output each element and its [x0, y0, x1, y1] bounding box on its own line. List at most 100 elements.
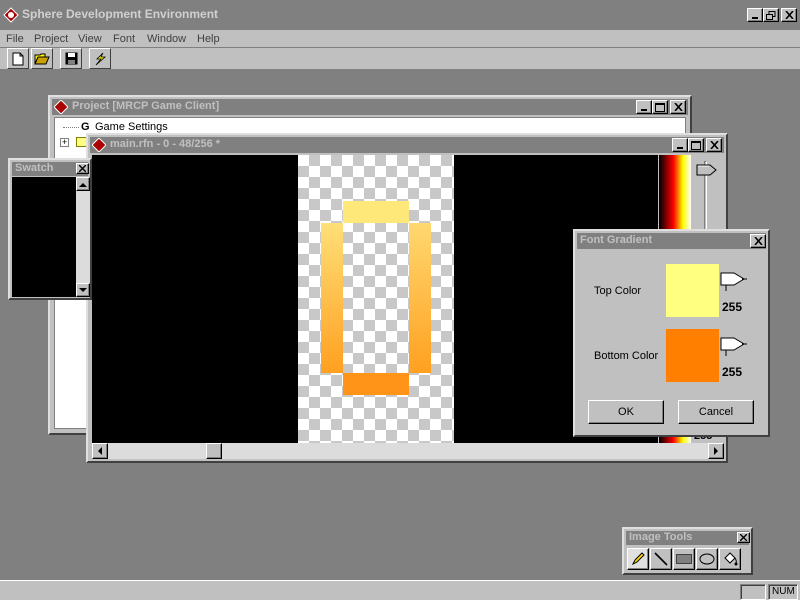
font-gradient-close-button[interactable] [750, 234, 766, 248]
lightning-icon [95, 52, 107, 65]
font-close-button[interactable] [706, 138, 722, 152]
sphere-window-icon [91, 137, 107, 153]
run-button[interactable] [89, 48, 111, 69]
image-tools-title: Image Tools [629, 531, 693, 543]
restore-icon [766, 10, 776, 20]
maximize-icon [691, 140, 701, 150]
minimize-icon [752, 17, 758, 19]
close-icon [753, 237, 763, 245]
close-icon [709, 141, 719, 149]
font-minimize-button[interactable] [672, 138, 688, 152]
ok-button[interactable]: OK [588, 400, 664, 424]
swatch-close-button[interactable] [76, 163, 89, 174]
swatch-titlebar[interactable]: Swatch [12, 162, 89, 176]
minimize-icon [641, 109, 647, 111]
ok-button-label: OK [618, 406, 634, 418]
close-button[interactable] [781, 8, 797, 22]
pencil-tool-button[interactable] [627, 548, 649, 570]
scroll-thumb[interactable] [206, 443, 222, 459]
pencil-icon [631, 552, 645, 566]
menu-help[interactable]: Help [197, 33, 220, 45]
arrow-left-icon [98, 447, 102, 455]
close-icon [673, 103, 683, 111]
rectangle-tool-button[interactable] [673, 548, 695, 570]
scroll-left-button[interactable] [92, 443, 108, 459]
font-maximize-button[interactable] [688, 138, 704, 152]
sphere-window-icon [53, 99, 69, 115]
horizontal-scrollbar[interactable] [92, 443, 724, 459]
glyph-right-stroke [409, 223, 431, 373]
close-icon [79, 165, 86, 172]
top-alpha-slider-icon[interactable] [720, 271, 748, 291]
scroll-right-button[interactable] [708, 443, 724, 459]
font-editor-title: main.rfn - 0 - 48/256 * [110, 138, 221, 150]
menu-bar: File Project View Font Window Help [0, 30, 800, 48]
project-minimize-button[interactable] [636, 100, 652, 114]
swatch-title: Swatch [15, 162, 54, 174]
project-maximize-button[interactable] [652, 100, 668, 114]
glyph-bottom-bar [343, 373, 409, 395]
new-file-icon [12, 52, 24, 65]
top-color-label: Top Color [594, 285, 642, 297]
glyph-top-bar [343, 201, 409, 223]
menu-file[interactable]: File [6, 33, 24, 45]
project-title: Project [MRCP Game Client] [72, 100, 220, 112]
image-tools-close-button[interactable] [737, 532, 750, 543]
glyph-transparent-area [298, 155, 454, 443]
toolbar [0, 48, 800, 70]
cancel-button-label: Cancel [698, 406, 734, 418]
font-editor-titlebar[interactable]: main.rfn - 0 - 48/256 * [90, 137, 724, 153]
menu-view[interactable]: View [78, 33, 102, 45]
image-tools-titlebar[interactable]: Image Tools [626, 531, 750, 545]
new-button[interactable] [7, 48, 29, 69]
save-button[interactable] [60, 48, 82, 69]
menu-project[interactable]: Project [34, 33, 68, 45]
line-icon [654, 552, 668, 566]
menu-window[interactable]: Window [147, 33, 186, 45]
save-disk-icon [65, 52, 77, 65]
swatch-window: Swatch [8, 158, 92, 300]
glyph-left-stroke [321, 223, 343, 373]
scroll-down-button[interactable] [76, 283, 90, 297]
sphere-app-icon[interactable] [3, 7, 19, 23]
restore-button[interactable] [763, 8, 779, 22]
status-bar: NUM [0, 580, 800, 600]
swatch-area[interactable] [12, 177, 76, 297]
project-close-button[interactable] [670, 100, 686, 114]
status-panel-blank [740, 584, 766, 600]
arrow-down-icon [79, 287, 87, 292]
line-tool-button[interactable] [650, 548, 672, 570]
open-button[interactable] [31, 48, 53, 69]
arrow-up-icon [79, 182, 87, 187]
arrow-right-icon [714, 447, 718, 455]
menu-font[interactable]: Font [113, 33, 135, 45]
slider-thumb-icon[interactable] [696, 163, 718, 177]
ellipse-tool-button[interactable] [696, 548, 718, 570]
expand-icon[interactable]: + [60, 138, 69, 147]
bottom-alpha-slider-icon[interactable] [720, 336, 748, 356]
rectangle-icon [676, 554, 692, 564]
app-title: Sphere Development Environment [22, 7, 219, 21]
cancel-button[interactable]: Cancel [678, 400, 754, 424]
num-lock-indicator: NUM [772, 586, 795, 597]
minimize-button[interactable] [747, 8, 763, 22]
project-titlebar[interactable]: Project [MRCP Game Client] [52, 99, 688, 115]
image-tools-window: Image Tools [622, 527, 753, 575]
tree-item-label: Game Settings [95, 121, 168, 133]
bottom-color-swatch[interactable] [666, 329, 719, 382]
bottom-alpha-value: 255 [722, 365, 743, 379]
bottom-color-label: Bottom Color [594, 350, 659, 362]
close-icon [784, 11, 794, 19]
ellipse-icon [699, 553, 715, 565]
font-gradient-title: Font Gradient [580, 234, 653, 246]
fill-tool-button[interactable] [719, 548, 741, 570]
font-gradient-titlebar[interactable]: Font Gradient [577, 233, 766, 249]
swatch-scrollbar[interactable] [76, 177, 90, 297]
maximize-icon [655, 102, 665, 112]
scroll-up-button[interactable] [76, 177, 90, 191]
top-color-swatch[interactable] [666, 264, 719, 317]
font-gradient-dialog: Font Gradient Top Color 255 Bottom Color… [573, 229, 770, 437]
minimize-icon [677, 147, 683, 149]
status-panel-num: NUM [768, 584, 798, 600]
g-icon: G [81, 121, 90, 133]
